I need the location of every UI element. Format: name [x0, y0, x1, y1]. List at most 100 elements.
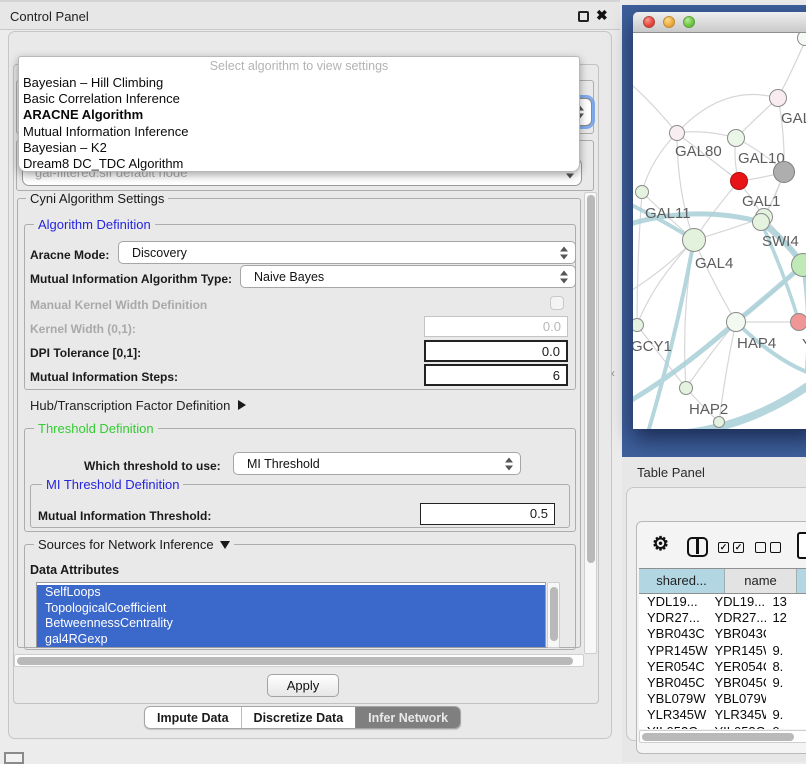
- mi-algorithm-type-label: Mutual Information Algorithm Type:: [30, 272, 232, 286]
- table-row[interactable]: YBL079WYBL079W: [639, 691, 806, 707]
- aracne-mode-combo[interactable]: Discovery: [118, 241, 576, 264]
- algorithm-option-basic-correlation-inference[interactable]: Basic Correlation Inference: [19, 91, 579, 107]
- dpi-tolerance-label: DPI Tolerance [0,1]:: [30, 346, 141, 360]
- mi-steps-label: Mutual Information Steps:: [30, 370, 178, 384]
- control-panel-title: Control Panel: [10, 9, 89, 24]
- split-columns-icon[interactable]: [687, 537, 708, 557]
- dpi-tolerance-field[interactable]: 0.0: [424, 340, 568, 362]
- algorithm-option-aracne-algorithm[interactable]: ARACNE Algorithm: [19, 107, 579, 123]
- table-row[interactable]: YLR345WYLR345W9.: [639, 707, 806, 723]
- settings-vscroll-thumb[interactable]: [587, 195, 595, 563]
- splitter-collapse-icon[interactable]: ‹: [611, 366, 615, 380]
- zoom-traffic-light-icon[interactable]: [683, 16, 695, 28]
- mi-algorithm-type-combo[interactable]: Naive Bayes: [240, 265, 576, 288]
- algorithm-option-bayesian-k2[interactable]: Bayesian – K2: [19, 140, 579, 156]
- table-cell: YLR345W: [639, 707, 708, 723]
- table-row[interactable]: YBR045CYBR045C9.: [639, 675, 806, 691]
- select-all-icon[interactable]: ✓✓: [718, 542, 744, 553]
- collapse-down-icon: [220, 541, 230, 549]
- kernel-width-field[interactable]: 0.0: [424, 316, 568, 337]
- network-window-titlebar[interactable]: [633, 12, 806, 33]
- column-header-2[interactable]: [797, 569, 806, 593]
- deselect-all-icon[interactable]: [755, 542, 781, 553]
- network-node-hap2[interactable]: [679, 381, 693, 395]
- table-row[interactable]: YBR043CYBR043C: [639, 626, 806, 642]
- control-panel-titlebar: Control Panel ✖: [0, 0, 620, 30]
- network-node-gal80[interactable]: [669, 125, 685, 141]
- network-node[interactable]: [773, 161, 795, 183]
- algorithm-popup-prompt: Select algorithm to view settings: [19, 57, 579, 75]
- attributes-list-scrollbar[interactable]: [547, 582, 560, 648]
- table-cell: YPR145W: [708, 643, 766, 659]
- table-cell: YBL079W: [708, 691, 766, 707]
- column-header-name[interactable]: name: [725, 569, 797, 593]
- bottom-tab-infer-network[interactable]: Infer Network: [355, 707, 460, 728]
- table-settings-gear-icon[interactable]: ⚙: [652, 535, 669, 554]
- attributes-scrollbar-thumb[interactable]: [550, 587, 558, 641]
- node-label-swi4: SWI4: [762, 233, 799, 250]
- close-icon[interactable]: ✖: [596, 7, 608, 24]
- network-node[interactable]: [730, 172, 748, 190]
- apply-button[interactable]: Apply: [267, 674, 339, 697]
- settings-horizontal-scrollbar[interactable]: [14, 654, 584, 667]
- network-node-gal11[interactable]: [635, 185, 649, 199]
- which-threshold-combo[interactable]: MI Threshold: [233, 452, 521, 475]
- data-attribute-topologicalcoefficient[interactable]: TopologicalCoefficient: [37, 601, 545, 617]
- table-row[interactable]: YER054CYER054C8.: [639, 659, 806, 675]
- close-traffic-light-icon[interactable]: [643, 16, 655, 28]
- table-row[interactable]: YDL19...YDL19...13: [639, 594, 806, 610]
- algorithm-definition-title: Algorithm Definition: [34, 217, 155, 232]
- data-attribute-gal4rgexp[interactable]: gal4RGexp: [37, 632, 545, 648]
- table-row[interactable]: YIL052CYIL052C9: [639, 724, 806, 730]
- minimize-traffic-light-icon[interactable]: [663, 16, 675, 28]
- dock-panel-icon[interactable]: [4, 752, 24, 764]
- mi-threshold-field[interactable]: 0.5: [420, 503, 555, 525]
- bottom-tab-discretize-data[interactable]: Discretize Data: [241, 707, 356, 728]
- table-cell: YER054C: [639, 659, 708, 675]
- float-window-icon[interactable]: [578, 11, 589, 22]
- algorithm-option-dream8-dc-tdc-algorithm[interactable]: Dream8 DC_TDC Algorithm: [19, 156, 579, 172]
- network-canvas[interactable]: GAL7GAL80GAL10GAL1GAL11SWI4GAL4GCY1HAP4Y…: [633, 33, 806, 429]
- table-row[interactable]: YDR27...YDR27...12: [639, 610, 806, 626]
- node-label-gal1: GAL1: [742, 193, 780, 210]
- table-cell: [766, 626, 806, 642]
- algorithm-option-bayesian-hill-climbing[interactable]: Bayesian – Hill Climbing: [19, 75, 579, 91]
- table-cell: YIL052C: [639, 724, 708, 730]
- table-hscroll-thumb[interactable]: [642, 733, 794, 741]
- algorithm-option-mutual-information-inference[interactable]: Mutual Information Inference: [19, 124, 579, 140]
- network-desktop: GAL7GAL80GAL10GAL1GAL11SWI4GAL4GCY1HAP4Y…: [622, 5, 806, 457]
- node-label-hap2: HAP2: [689, 401, 728, 418]
- table-cell: YER054C: [708, 659, 766, 675]
- network-node-y[interactable]: [790, 313, 806, 331]
- data-attributes-list: SelfLoopsTopologicalCoefficientBetweenne…: [36, 582, 546, 648]
- table-horizontal-scrollbar[interactable]: [639, 730, 806, 743]
- settings-hscroll-thumb[interactable]: [17, 657, 573, 665]
- table-cell: YDL19...: [708, 594, 766, 610]
- table-header-row: shared...name: [639, 568, 806, 594]
- mi-steps-field[interactable]: 6: [424, 364, 568, 386]
- data-attribute-selfloops[interactable]: SelfLoops: [37, 585, 545, 601]
- network-view-window[interactable]: GAL7GAL80GAL10GAL1GAL11SWI4GAL4GCY1HAP4Y…: [633, 12, 806, 429]
- network-node-hap4[interactable]: [726, 312, 746, 332]
- manual-kernel-width-checkbox[interactable]: [550, 296, 564, 310]
- mi-threshold-label: Mutual Information Threshold:: [38, 509, 211, 523]
- export-table-icon[interactable]: [797, 532, 806, 559]
- table-cell: YDR27...: [639, 610, 708, 626]
- network-node-gal10[interactable]: [727, 129, 745, 147]
- sources-group-header[interactable]: Sources for Network Inference: [34, 537, 234, 552]
- hub-factor-expander[interactable]: Hub/Transcription Factor Definition: [30, 398, 246, 413]
- sources-group-title: Sources for Network Inference: [38, 537, 214, 552]
- network-node-swi4[interactable]: [752, 213, 770, 231]
- bottom-tab-impute-data[interactable]: Impute Data: [145, 707, 241, 728]
- settings-vertical-scrollbar[interactable]: [584, 192, 597, 654]
- hub-factor-label: Hub/Transcription Factor Definition: [30, 398, 230, 413]
- node-table-panel: ⚙ ✓✓ shared...name YDL19...YDL19...13YDR…: [636, 521, 806, 754]
- network-node-gal7[interactable]: [769, 89, 787, 107]
- data-attribute-betweennesscentrality[interactable]: BetweennessCentrality: [37, 616, 545, 632]
- table-cell: YLR345W: [708, 707, 766, 723]
- table-row[interactable]: YPR145WYPR145W9.: [639, 643, 806, 659]
- table-rows: YDL19...YDL19...13YDR27...YDR27...12YBR0…: [639, 594, 806, 729]
- column-header-shared-[interactable]: shared...: [639, 569, 725, 593]
- network-node-gal4[interactable]: [682, 228, 706, 252]
- network-node[interactable]: [713, 416, 725, 428]
